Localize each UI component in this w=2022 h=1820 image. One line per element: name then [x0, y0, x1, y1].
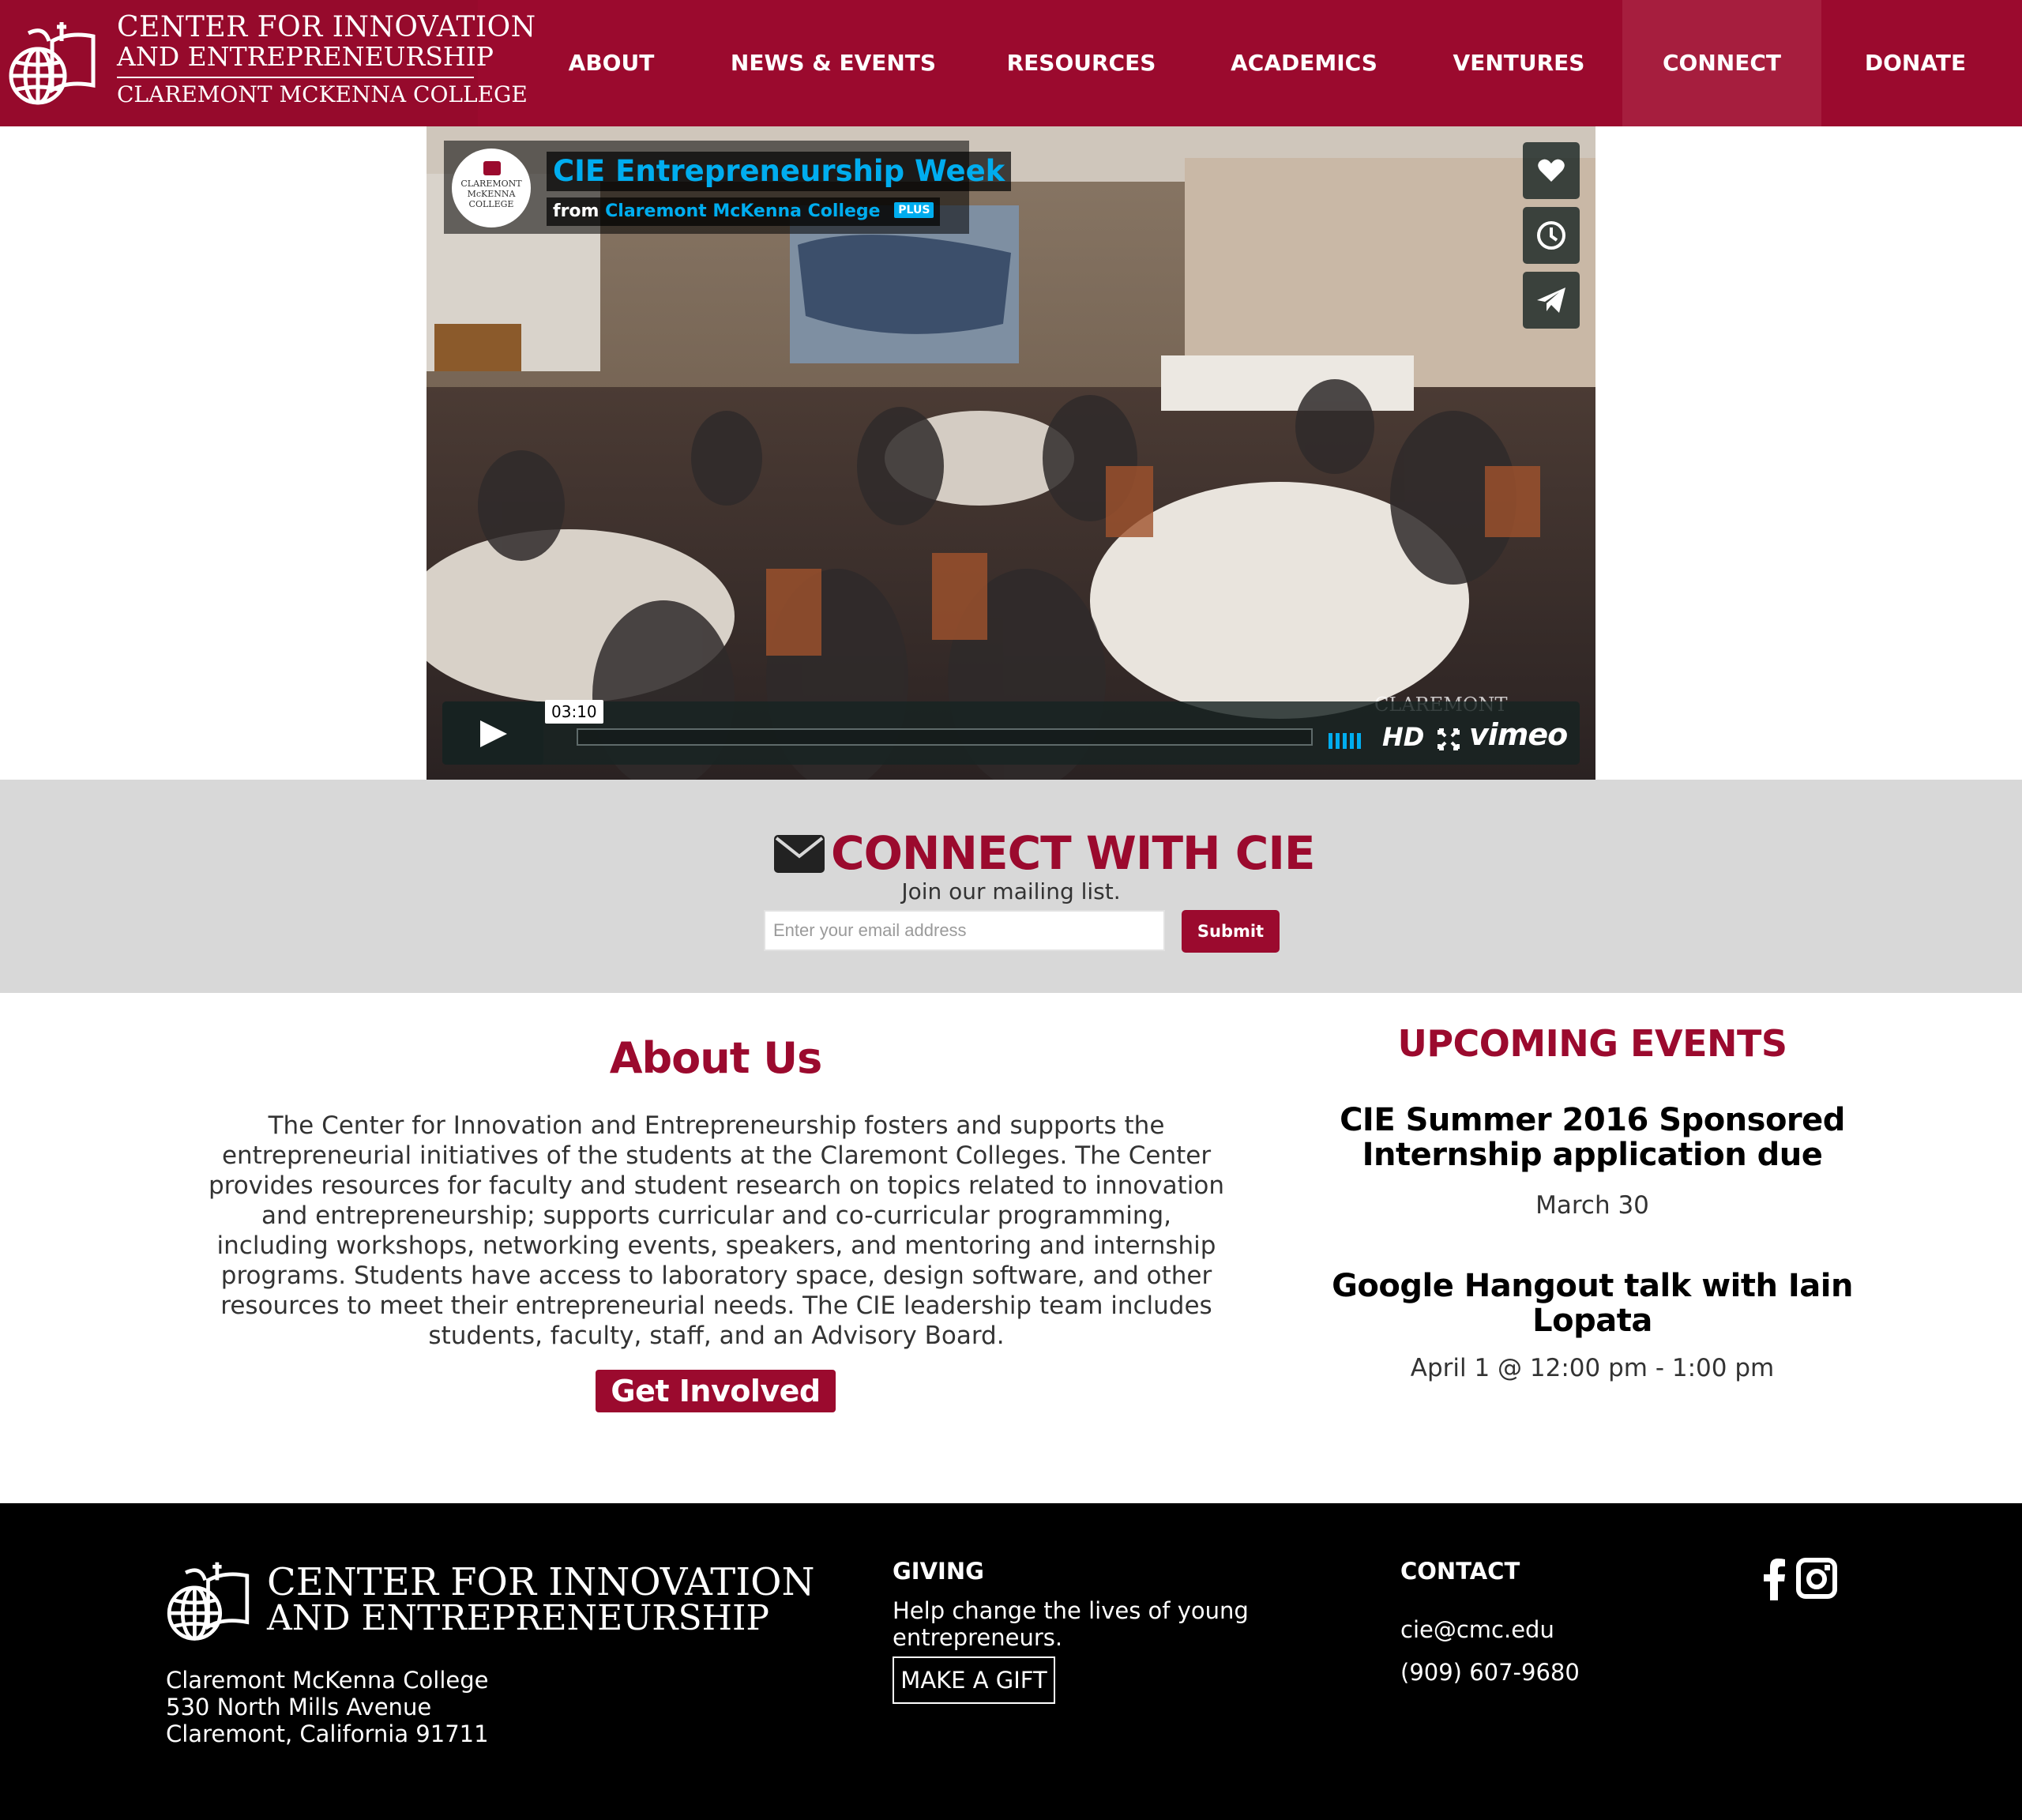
nav-item-resources[interactable]: RESOURCES	[994, 0, 1169, 126]
giving-text-line: Help change the lives of young	[893, 1597, 1249, 1624]
video-byline: from Claremont McKenna College PLUS	[547, 197, 941, 226]
video-title[interactable]: CIE Entrepreneurship Week	[547, 152, 1012, 191]
event-title[interactable]: Google Hangout talk with Iain Lopata	[1295, 1269, 1889, 1338]
footer-address: Claremont McKenna College 530 North Mill…	[166, 1667, 489, 1747]
channel-avatar-text: CLAREMONT McKENNA COLLEGE	[460, 179, 522, 209]
facebook-icon[interactable]	[1763, 1558, 1787, 1600]
event-date: April 1 @ 12:00 pm - 1:00 pm	[1410, 1354, 1775, 1382]
video-duration: 03:10	[545, 700, 603, 724]
volume-icon[interactable]	[1329, 731, 1366, 750]
connect-title: CONNECT WITH CIE	[831, 826, 1316, 880]
video-from-label: from	[553, 201, 599, 221]
logo-line-1: CENTER FOR INNOVATION	[117, 11, 536, 43]
contact-heading: CONTACT	[1400, 1558, 1520, 1585]
address-line: Claremont McKenna College	[166, 1667, 489, 1694]
play-button[interactable]	[442, 701, 543, 765]
events-heading: UPCOMING EVENTS	[1397, 1022, 1787, 1065]
event-date: March 30	[1535, 1191, 1649, 1220]
logo-line-3: CLAREMONT MCKENNA COLLEGE	[117, 81, 528, 107]
footer-logo-line-2: AND ENTREPRENEURSHIP	[267, 1598, 769, 1638]
video-title-bar: CLAREMONT McKENNA COLLEGE CIE Entreprene…	[444, 141, 1012, 234]
logo-line-2: AND ENTREPRENEURSHIP	[117, 41, 494, 72]
video-channel-link[interactable]: Claremont McKenna College	[605, 201, 880, 221]
email-input[interactable]	[764, 910, 1165, 951]
fullscreen-icon[interactable]	[1438, 728, 1460, 750]
make-a-gift-button[interactable]: MAKE A GIFT	[893, 1656, 1055, 1704]
logo-divider	[117, 77, 474, 78]
globe-book-logo-icon	[9, 22, 96, 105]
nav-item-ventures[interactable]: VENTURES	[1439, 0, 1599, 126]
hd-toggle[interactable]: HD	[1382, 722, 1424, 752]
contact-email-link[interactable]: cie@cmc.edu	[1400, 1616, 1554, 1643]
connect-subtitle: Join our mailing list.	[901, 878, 1121, 904]
watch-later-button[interactable]	[1523, 207, 1580, 264]
nav-item-academics[interactable]: ACADEMICS	[1221, 0, 1387, 126]
giving-heading: GIVING	[893, 1558, 984, 1585]
contact-phone[interactable]: (909) 607-9680	[1400, 1659, 1580, 1686]
nav-item-donate[interactable]: DONATE	[1840, 0, 1990, 126]
site-logo[interactable]: CENTER FOR INNOVATION AND ENTREPRENEURSH…	[0, 0, 536, 126]
channel-avatar-mark	[483, 161, 501, 175]
heart-icon	[1538, 159, 1565, 182]
plus-badge: PLUS	[894, 202, 934, 218]
share-button[interactable]	[1523, 272, 1580, 329]
submit-button[interactable]: Submit	[1182, 910, 1280, 953]
channel-avatar[interactable]: CLAREMONT McKENNA COLLEGE	[452, 149, 531, 228]
vimeo-logo[interactable]: vimeo	[1469, 717, 1568, 752]
nav-item-connect[interactable]: CONNECT	[1622, 0, 1821, 126]
get-involved-button[interactable]: Get Involved	[596, 1370, 836, 1412]
main-nav: CENTER FOR INNOVATION AND ENTREPRENEURSH…	[0, 0, 2022, 126]
play-icon	[480, 720, 507, 747]
globe-book-logo-icon[interactable]	[163, 1558, 254, 1645]
about-heading: About Us	[609, 1033, 823, 1083]
video-progress-bar[interactable]	[577, 728, 1313, 746]
like-button[interactable]	[1523, 142, 1580, 199]
nav-item-news-events[interactable]: NEWS & EVENTS	[725, 0, 941, 126]
nav-item-about[interactable]: ABOUT	[551, 0, 671, 126]
video-player[interactable]: CLAREMONT McKENNA COLLEGE CIE Entreprene…	[427, 126, 1595, 780]
envelope-icon	[774, 835, 825, 873]
giving-text-line: entrepreneurs.	[893, 1624, 1063, 1651]
send-icon	[1537, 288, 1565, 313]
address-line: 530 North Mills Avenue	[166, 1694, 432, 1720]
address-line: Claremont, California 91711	[166, 1720, 489, 1747]
event-title[interactable]: CIE Summer 2016 Sponsored Internship app…	[1295, 1103, 1889, 1172]
instagram-icon[interactable]	[1796, 1558, 1837, 1599]
giving-text: Help change the lives of young entrepren…	[893, 1597, 1249, 1651]
about-text: The Center for Innovation and Entreprene…	[208, 1111, 1225, 1350]
clock-icon	[1537, 221, 1565, 250]
